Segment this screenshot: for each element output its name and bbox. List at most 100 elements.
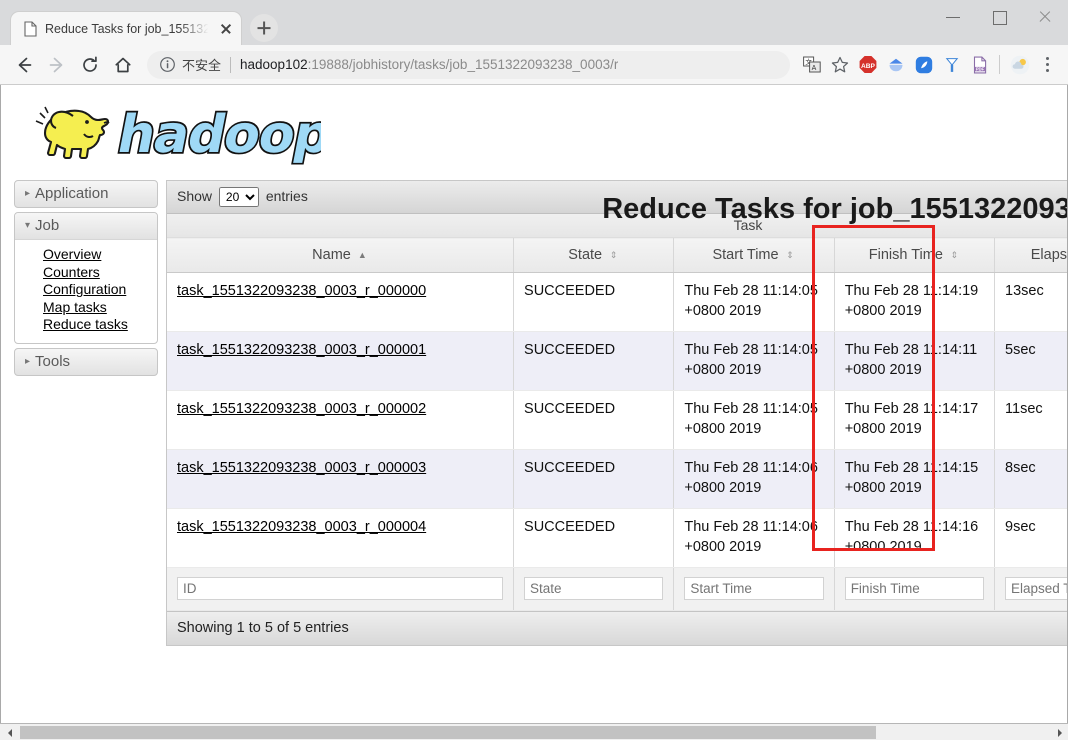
new-tab-button[interactable] xyxy=(250,14,278,42)
adblock-plus-icon[interactable]: ABP xyxy=(854,51,881,78)
column-header-name[interactable]: Name ▲ xyxy=(167,237,515,273)
column-header-finish-time[interactable]: Finish Time ⇕ xyxy=(834,237,996,273)
entries-per-page-select[interactable]: 20 xyxy=(218,187,259,207)
column-header-elapsed-time[interactable]: Elapsed Time⇕ xyxy=(994,237,1068,273)
length-prefix-label: Show xyxy=(177,188,213,204)
window-controls xyxy=(930,0,1068,33)
svg-text:A: A xyxy=(811,65,816,72)
scrollbar-track[interactable] xyxy=(17,724,1051,740)
column-label: Finish Time xyxy=(868,247,943,263)
chevron-right-icon: ▸ xyxy=(25,188,31,199)
cell-task-name: task_1551322093238_0003_r_000000 xyxy=(167,272,515,332)
task-link[interactable]: task_1551322093238_0003_r_000001 xyxy=(177,342,426,358)
reload-icon[interactable] xyxy=(74,49,106,81)
sidebar-group-label: Tools xyxy=(35,352,71,370)
cell-finish-time: Thu Feb 28 11:14:19 +0800 2019 xyxy=(834,272,996,332)
diamond-extension-icon[interactable] xyxy=(882,51,909,78)
omnibox-divider xyxy=(230,56,232,73)
main-content: Show 20 entries Task Name ▲ State ⇕ Star… xyxy=(166,180,1068,646)
url-path: :19888/jobhistory/tasks/job_155132209323… xyxy=(307,57,619,72)
browser-window: Reduce Tasks for job_1551322 不安全 hadoop1… xyxy=(0,0,1068,740)
sort-asc-icon: ▲ xyxy=(357,250,367,260)
hadoop-logo[interactable]: hadoop xyxy=(21,96,321,170)
browser-tab[interactable]: Reduce Tasks for job_1551322 xyxy=(10,11,242,45)
pdf-extension-icon[interactable]: PDF xyxy=(966,51,993,78)
cell-finish-time: Thu Feb 28 11:14:17 +0800 2019 xyxy=(834,390,996,450)
filter-input-elapsed-time[interactable] xyxy=(1005,577,1067,600)
cell-finish-time: Thu Feb 28 11:14:16 +0800 2019 xyxy=(834,508,996,568)
filter-input-id[interactable] xyxy=(177,577,504,600)
cell-elapsed-time: 9sec xyxy=(994,508,1067,568)
column-label: Elapsed Time xyxy=(1030,247,1068,263)
info-circle-icon[interactable] xyxy=(159,56,176,73)
tasks-panel: Show 20 entries Task Name ▲ State ⇕ Star… xyxy=(166,180,1068,646)
column-header-start-time[interactable]: Start Time ⇕ xyxy=(673,237,835,273)
cell-state: SUCCEEDED xyxy=(513,272,675,332)
column-header-state[interactable]: State ⇕ xyxy=(513,237,675,273)
cell-state: SUCCEEDED xyxy=(513,449,675,509)
task-link[interactable]: task_1551322093238_0003_r_000003 xyxy=(177,460,426,476)
cell-elapsed-time: 11sec xyxy=(994,390,1067,450)
sidebar-item-reduce-tasks[interactable]: Reduce tasks xyxy=(43,316,157,334)
chevron-right-icon: ▸ xyxy=(25,355,31,367)
filter-input-finish-time[interactable] xyxy=(844,577,985,600)
cell-start-time: Thu Feb 28 11:14:06 +0800 2019 xyxy=(673,449,835,509)
table-row[interactable]: task_1551322093238_0003_r_000001 SUCCEED… xyxy=(167,331,1067,391)
url-text: hadoop102:19888/jobhistory/tasks/job_155… xyxy=(240,57,618,72)
table-row[interactable]: task_1551322093238_0003_r_000004 SUCCEED… xyxy=(167,508,1067,568)
home-icon[interactable] xyxy=(107,49,139,81)
task-link[interactable]: task_1551322093238_0003_r_000000 xyxy=(177,283,426,299)
scroll-left-arrow-icon[interactable] xyxy=(0,724,17,740)
browser-toolbar: 不安全 hadoop102:19888/jobhistory/tasks/job… xyxy=(0,45,1068,85)
filter-input-state[interactable] xyxy=(524,577,664,600)
sort-none-icon: ⇕ xyxy=(786,250,794,260)
task-link[interactable]: task_1551322093238_0003_r_000002 xyxy=(177,401,426,417)
filter-cell-state xyxy=(513,567,675,611)
sidebar-job-links: Overview Counters Configuration Map task… xyxy=(15,240,157,343)
scroll-right-arrow-icon[interactable] xyxy=(1051,724,1068,740)
sort-none-icon: ⇕ xyxy=(609,250,618,260)
close-icon[interactable] xyxy=(217,20,235,38)
back-arrow-icon[interactable] xyxy=(8,49,40,81)
bookmark-star-icon[interactable] xyxy=(826,51,853,78)
cell-task-name: task_1551322093238_0003_r_000002 xyxy=(167,390,515,450)
blue-circle-extension-icon[interactable] xyxy=(910,51,937,78)
y-extension-icon[interactable] xyxy=(938,51,965,78)
three-dot-menu-icon[interactable] xyxy=(1034,51,1060,78)
sidebar-group-label: Job xyxy=(35,217,60,234)
minimize-icon[interactable] xyxy=(930,0,976,33)
translate-icon[interactable]: 文 A xyxy=(798,51,825,78)
reduce-tasks-table: Task Name ▲ State ⇕ Start Time ⇕ Finish … xyxy=(167,214,1068,611)
cell-start-time: Thu Feb 28 11:14:05 +0800 2019 xyxy=(673,390,835,450)
maximize-icon[interactable] xyxy=(976,0,1022,33)
address-bar[interactable]: 不安全 hadoop102:19888/jobhistory/tasks/job… xyxy=(147,50,790,79)
task-link[interactable]: task_1551322093238_0003_r_000004 xyxy=(177,519,426,535)
table-row[interactable]: task_1551322093238_0003_r_000000 SUCCEED… xyxy=(167,272,1067,332)
svg-text:ABP: ABP xyxy=(861,63,876,70)
length-suffix-label: entries xyxy=(265,188,308,204)
filter-row xyxy=(167,567,1067,611)
table-column-header-row: Name ▲ State ⇕ Start Time ⇕ Finish Time … xyxy=(167,237,1068,273)
toolbar-divider xyxy=(999,55,1000,74)
datatable-info: Showing 1 to 5 of 5 entries xyxy=(167,611,1067,645)
sidebar-item-map-tasks[interactable]: Map tasks xyxy=(43,299,157,317)
scrollbar-thumb[interactable] xyxy=(20,725,876,739)
weather-extension-icon[interactable] xyxy=(1006,51,1033,78)
column-label: State xyxy=(568,247,603,263)
sidebar-item-counters[interactable]: Counters xyxy=(43,264,157,282)
sidebar-item-configuration[interactable]: Configuration xyxy=(43,281,157,299)
sidebar-group-job-header[interactable]: ▾ Job xyxy=(15,213,157,240)
table-row[interactable]: task_1551322093238_0003_r_000002 SUCCEED… xyxy=(167,390,1067,450)
horizontal-scrollbar[interactable] xyxy=(0,723,1068,740)
window-close-icon[interactable] xyxy=(1022,0,1068,33)
table-row[interactable]: task_1551322093238_0003_r_000003 SUCCEED… xyxy=(167,449,1067,509)
cell-elapsed-time: 5sec xyxy=(994,331,1067,391)
sidebar-nav: ▸ Application ▾ Job Overview Counters Conf… xyxy=(1,180,166,646)
filter-cell-finish-time xyxy=(834,567,996,611)
forward-arrow-icon[interactable] xyxy=(41,49,73,81)
filter-input-start-time[interactable] xyxy=(684,577,824,600)
cell-elapsed-time: 13sec xyxy=(994,272,1067,332)
sidebar-item-overview[interactable]: Overview xyxy=(43,246,157,264)
sidebar-group-tools[interactable]: ▸ Tools xyxy=(14,347,158,376)
sidebar-group-application[interactable]: ▸ Application xyxy=(14,180,158,208)
